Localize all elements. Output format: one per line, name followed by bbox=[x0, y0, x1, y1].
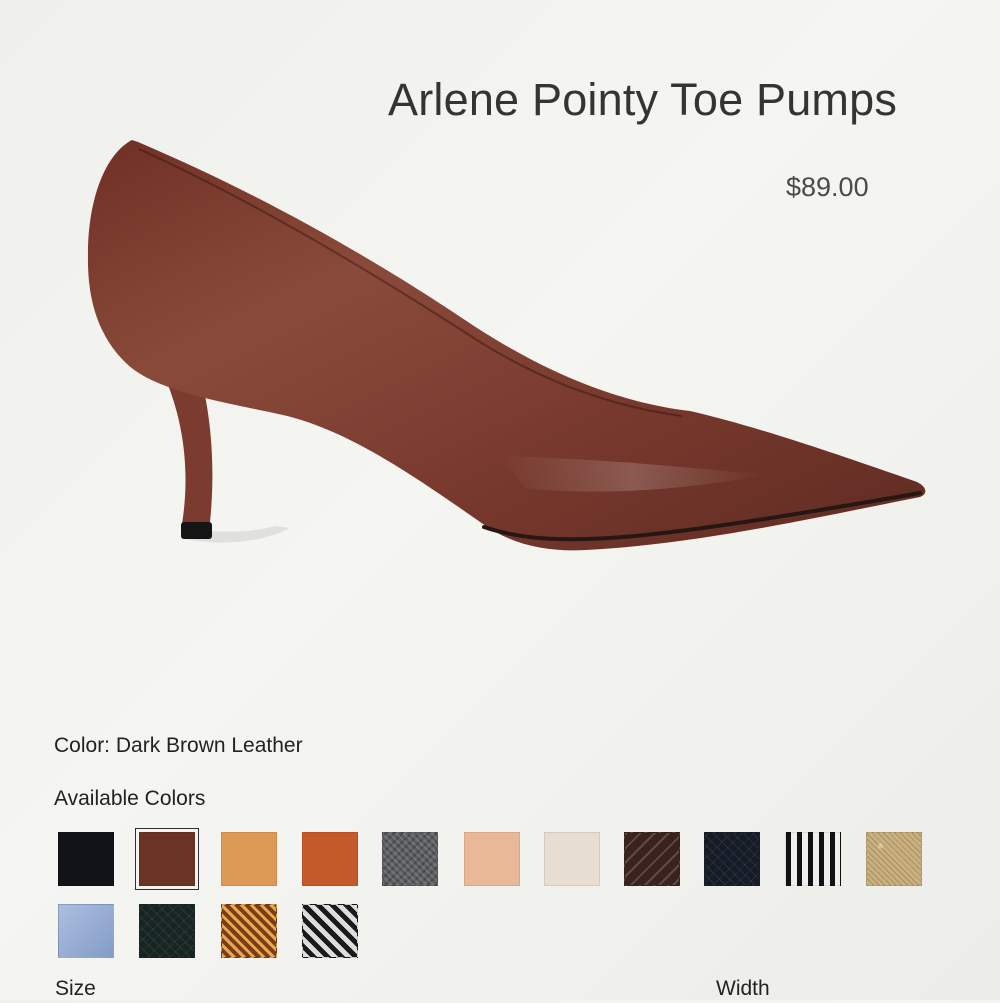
product-price: $89.00 bbox=[786, 172, 869, 202]
color-swatch-black-leather[interactable] bbox=[58, 832, 114, 886]
color-swatch-dark-green-embossed[interactable] bbox=[139, 904, 195, 958]
color-swatch-cognac-leather[interactable] bbox=[302, 832, 358, 886]
available-color-swatches bbox=[58, 828, 938, 962]
color-swatch-houndstooth-pattern[interactable] bbox=[302, 904, 358, 958]
width-label: Width bbox=[716, 977, 770, 1000]
shoe-heel-tip bbox=[181, 522, 212, 539]
color-swatch-blush-leather[interactable] bbox=[464, 832, 520, 886]
color-swatch-gold-metallic[interactable] bbox=[866, 832, 922, 886]
product-title: Arlene Pointy Toe Pumps bbox=[388, 74, 898, 125]
color-swatch-black-white-pattern[interactable] bbox=[785, 832, 841, 886]
color-swatch-cream-leather[interactable] bbox=[544, 832, 600, 886]
color-swatch-gold-brown-pattern[interactable] bbox=[221, 904, 277, 958]
color-swatch-dark-brown-leather[interactable] bbox=[135, 828, 199, 890]
size-label: Size bbox=[55, 977, 96, 1000]
color-swatch-navy-embossed[interactable] bbox=[704, 832, 760, 886]
color-swatch-black-texture[interactable] bbox=[382, 832, 438, 886]
available-colors-title: Available Colors bbox=[54, 787, 206, 810]
selected-color-label: Color: Dark Brown Leather bbox=[54, 734, 303, 757]
color-swatch-tan-leather[interactable] bbox=[221, 832, 277, 886]
color-swatch-light-blue-fabric[interactable] bbox=[58, 904, 114, 958]
color-swatch-dark-brown-embossed[interactable] bbox=[624, 832, 680, 886]
